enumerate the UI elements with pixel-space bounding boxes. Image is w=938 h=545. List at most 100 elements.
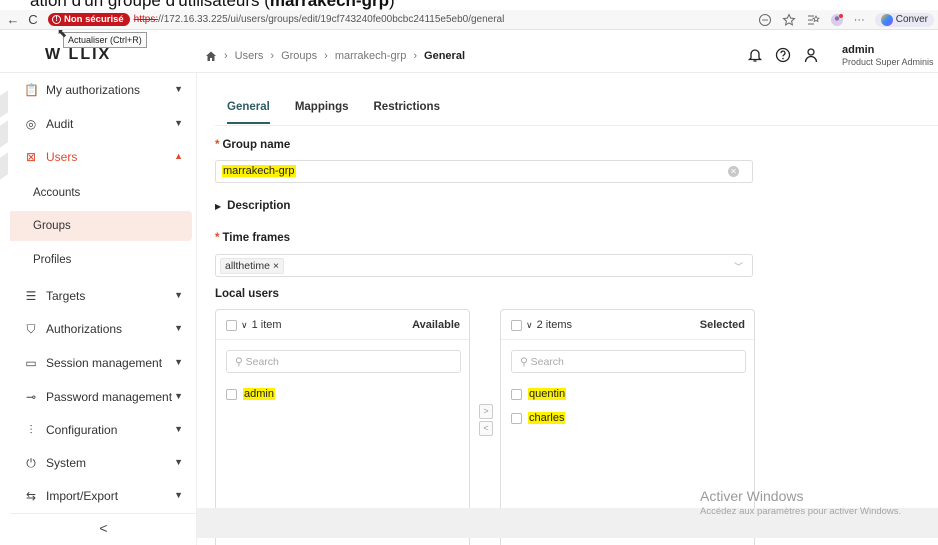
breadcrumb-sep: ›	[413, 50, 418, 62]
home-icon[interactable]	[205, 50, 217, 62]
bell-icon[interactable]	[747, 47, 763, 63]
sidebar-item-system[interactable]: ⏻ System ▼	[10, 448, 197, 478]
security-badge-label: Non sécurisé	[64, 14, 124, 25]
reload-tooltip: Actualiser (Ctrl+R)	[63, 32, 147, 48]
sidebar-item-audit[interactable]: ◎ Audit ▼	[10, 109, 197, 139]
chevron-down-icon[interactable]: ∨	[241, 320, 248, 331]
group-name-input[interactable]: marrakech-grp ✕	[215, 160, 753, 183]
address-bar[interactable]: https://172.16.33.225/ui/users/groups/ed…	[134, 14, 505, 25]
favorite-star-icon[interactable]	[782, 12, 796, 27]
chevron-down-icon: ▼	[174, 424, 183, 434]
key-icon: ⊸	[25, 390, 37, 404]
sidebar-subitem-accounts[interactable]: Accounts	[10, 178, 192, 208]
shield-check-icon: ⛉	[26, 322, 36, 336]
user-name: admin	[842, 44, 875, 56]
tab-mappings[interactable]: Mappings	[295, 101, 349, 124]
selected-count: ∨ 2 items	[511, 319, 572, 331]
move-left-button[interactable]: <	[479, 421, 493, 436]
breadcrumb-current: General	[424, 50, 465, 62]
group-name-value: marrakech-grp	[222, 165, 296, 177]
copilot-label: Conver	[895, 14, 928, 25]
chevron-down-icon: ▼	[174, 357, 183, 367]
clear-icon[interactable]: ✕	[728, 166, 739, 177]
list-item[interactable]: admin	[226, 388, 275, 400]
more-apps-icon[interactable]	[758, 13, 772, 27]
user-info[interactable]: admin Product Super Adminis	[842, 44, 934, 68]
sidebar-item-users[interactable]: ⊠ Users ▲	[10, 142, 197, 172]
chevron-down-icon: ﹀	[733, 262, 743, 272]
sidebar-item-my-authorizations[interactable]: 📋 My authorizations ▼	[10, 75, 197, 105]
description-toggle[interactable]: ▶ Description	[215, 200, 290, 212]
windows-activation-title: Activer Windows	[700, 488, 804, 504]
chevron-down-icon: ▼	[174, 84, 183, 94]
help-icon[interactable]	[775, 47, 791, 63]
select-all-checkbox[interactable]	[226, 319, 237, 331]
item-checkbox[interactable]	[511, 388, 522, 400]
breadcrumb-groups[interactable]: Groups	[281, 50, 317, 62]
sidebar-item-password-management[interactable]: ⊸ Password management ▼	[10, 382, 197, 412]
sidebar-subitem-groups[interactable]: Groups	[10, 211, 192, 241]
search-icon: ⚲	[520, 356, 531, 368]
main-content: General Mappings Restrictions * Group nam…	[197, 73, 938, 545]
sidebar-item-configuration[interactable]: ⫶ Configuration ▼	[10, 415, 197, 445]
favorites-list-icon[interactable]	[806, 13, 820, 27]
reload-icon[interactable]: C	[26, 12, 40, 27]
selected-title: Selected	[699, 319, 745, 331]
selected-search-input[interactable]: ⚲ Search	[511, 350, 746, 373]
tab-restrictions[interactable]: Restrictions	[374, 101, 440, 124]
security-badge[interactable]: ! Non sécurisé	[48, 13, 130, 26]
sidebar-item-targets[interactable]: ☰ Targets ▼	[10, 281, 197, 311]
wallix-logo[interactable]: W LLIX	[45, 46, 195, 70]
sidebar-item-session-management[interactable]: ▭ Session management ▼	[10, 348, 197, 378]
mouse-cursor-icon: ⬉	[57, 26, 68, 40]
margin-mark	[0, 90, 8, 118]
list-item[interactable]: charles	[511, 412, 566, 424]
time-frames-select[interactable]: allthetime × ﹀	[215, 254, 753, 277]
sidebar-item-import-export[interactable]: ⇆ Import/Export ▼	[10, 481, 197, 511]
sidebar-item-label: Password management	[46, 390, 173, 404]
user-icon[interactable]	[803, 47, 819, 63]
required-marker: *	[215, 232, 220, 244]
tab-general[interactable]: General	[227, 101, 270, 124]
transfer-buttons: > <	[479, 404, 493, 438]
tab-divider	[215, 125, 938, 126]
profile-icon[interactable]	[830, 13, 844, 27]
list-icon: ☰	[25, 289, 37, 303]
chevron-up-icon: ▲	[174, 151, 183, 161]
select-all-checkbox[interactable]	[511, 319, 522, 331]
breadcrumb-sep: ›	[324, 50, 328, 62]
item-checkbox[interactable]	[511, 412, 522, 424]
copilot-icon	[880, 13, 893, 26]
group-name-label-text: Group name	[222, 139, 291, 151]
sidebar: 📋 My authorizations ▼ ◎ Audit ▼ ⊠ Users ▲ Acco…	[10, 73, 197, 545]
url-path: //172.16.33.225/ui/users/groups/edit/19c…	[158, 14, 505, 25]
breadcrumb: › Users › Groups › marrakech-grp › Gener…	[205, 50, 465, 62]
item-checkbox[interactable]	[226, 388, 237, 400]
clipboard-icon: 📋	[24, 83, 39, 97]
more-menu-icon[interactable]: ···	[854, 14, 865, 26]
available-title: Available	[412, 319, 460, 331]
breadcrumb-sep: ›	[224, 50, 228, 62]
time-frame-tag[interactable]: allthetime ×	[220, 258, 284, 274]
chevron-down-icon[interactable]: ∨	[526, 320, 533, 331]
caption-suffix: )	[388, 0, 395, 10]
breadcrumb-users[interactable]: Users	[235, 50, 264, 62]
sidebar-item-authorizations[interactable]: ⛉ Authorizations ▼	[10, 314, 197, 344]
document-caption: ation d'un groupe d'utilisateurs (marrak…	[30, 0, 395, 10]
breadcrumb-group[interactable]: marrakech-grp	[335, 50, 407, 62]
sidebar-item-label: Import/Export	[46, 489, 119, 503]
sidebar-item-label: Targets	[46, 289, 86, 303]
list-item[interactable]: quentin	[511, 388, 567, 400]
windows-activation-subtitle: Accédez aux paramètres pour activer Wind…	[700, 506, 902, 517]
copilot-button[interactable]: Conver	[874, 12, 934, 27]
sidebar-item-label: My authorizations	[46, 83, 141, 97]
left-margin	[0, 73, 10, 545]
sidebar-subitem-profiles[interactable]: Profiles	[10, 245, 192, 275]
monitor-icon: ▭	[25, 356, 37, 370]
collapse-sidebar-button[interactable]: <	[10, 513, 197, 543]
list-item-label: admin	[243, 388, 275, 400]
back-icon[interactable]: ←	[6, 12, 20, 27]
move-right-button[interactable]: >	[479, 404, 493, 419]
available-search-input[interactable]: ⚲ Search	[226, 350, 461, 373]
user-role: Product Super Adminis	[842, 57, 934, 67]
